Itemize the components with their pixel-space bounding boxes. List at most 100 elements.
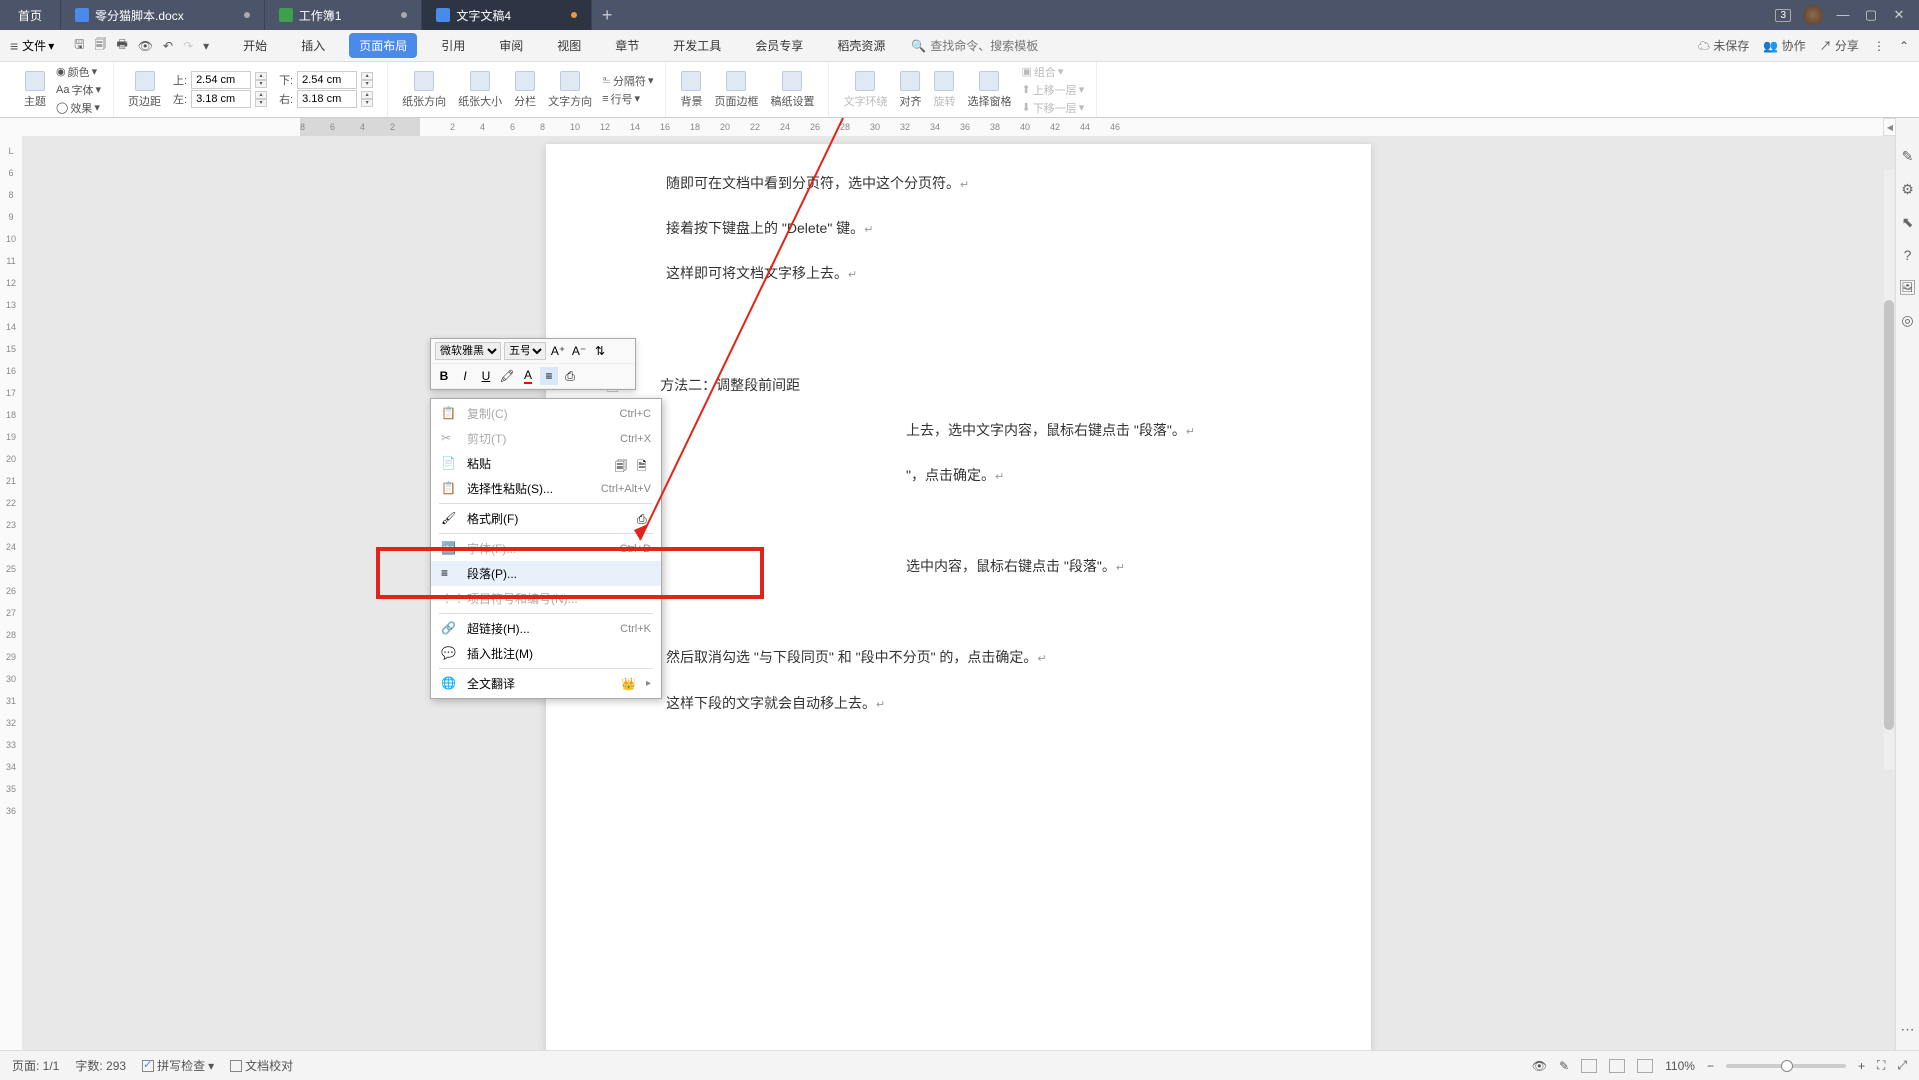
document-page[interactable]: 随即可在文档中看到分页符，选中这个分页符。↵ 接着按下键盘上的 "Delete"… xyxy=(546,144,1371,1050)
color-button[interactable]: ◉ 颜色▾ xyxy=(56,64,101,80)
share-button[interactable]: ↗ 分享 xyxy=(1820,37,1859,54)
tab-home[interactable]: 首页 xyxy=(0,0,61,30)
font-size-select[interactable]: 五号 xyxy=(504,342,546,360)
theme-button[interactable]: 主题 xyxy=(18,71,52,109)
settings-icon[interactable]: ⚙ xyxy=(1901,181,1914,198)
tab-add-button[interactable]: + xyxy=(592,5,622,26)
cm-paste-special[interactable]: 📋选择性粘贴(S)...Ctrl+Alt+V xyxy=(431,476,661,501)
more-icon[interactable]: ⋯ xyxy=(1901,1021,1915,1038)
zoom-thumb[interactable] xyxy=(1781,1060,1793,1072)
format-painter-button[interactable]: ⎙ xyxy=(561,367,579,385)
collab-button[interactable]: 👥 协作 xyxy=(1763,37,1805,54)
margin-button[interactable]: 页边距 xyxy=(122,71,167,109)
target-icon[interactable]: ◎ xyxy=(1901,312,1913,329)
tab-view[interactable]: 视图 xyxy=(547,33,591,58)
avatar[interactable] xyxy=(1803,5,1823,25)
orientation-button[interactable]: 纸张方向 xyxy=(396,71,452,109)
tab-dirty-dot[interactable] xyxy=(571,12,577,18)
cm-paste[interactable]: 📄粘贴🗐🗎 xyxy=(431,451,661,476)
collapse-ribbon-icon[interactable]: ⌃ xyxy=(1899,39,1909,53)
tab-review[interactable]: 审阅 xyxy=(489,33,533,58)
view-print-layout[interactable] xyxy=(1581,1059,1597,1073)
document-scroll[interactable]: 随即可在文档中看到分页符，选中这个分页符。↵ 接着按下键盘上的 "Delete"… xyxy=(22,136,1895,1050)
spinner[interactable]: ▴▾ xyxy=(361,91,373,107)
redo-icon[interactable]: ↷ xyxy=(183,39,193,53)
tab-insert[interactable]: 插入 xyxy=(291,33,335,58)
help-icon[interactable]: ? xyxy=(1904,247,1912,263)
tab-references[interactable]: 引用 xyxy=(431,33,475,58)
doc-line-title[interactable]: ▤ ▾方法二：调整段前间距 xyxy=(606,366,1191,405)
proofread-toggle[interactable]: 文档校对 xyxy=(230,1057,293,1074)
vertical-ruler[interactable]: L689101112131415161718192021222324252627… xyxy=(0,136,22,1050)
doc-line[interactable]: "，点击确定。↵ xyxy=(666,456,1251,495)
spinner[interactable]: ▴▾ xyxy=(255,91,267,107)
page-indicator[interactable]: 页面: 1/1 xyxy=(12,1057,59,1074)
view-web[interactable] xyxy=(1637,1059,1653,1073)
border-button[interactable]: 页面边框 xyxy=(708,71,764,109)
save-icon[interactable]: 🖫 xyxy=(74,35,84,56)
line-spacing-button[interactable]: ⇅ xyxy=(591,342,609,360)
background-button[interactable]: 背景 xyxy=(674,71,708,109)
fit-width-icon[interactable]: ⛶ xyxy=(1877,1058,1885,1073)
breaks-button[interactable]: ⎁ 分隔符▾ xyxy=(602,73,653,89)
tab-close-dot[interactable] xyxy=(401,12,407,18)
cm-font[interactable]: 🔤字体(F)...Ctrl+D xyxy=(431,536,661,561)
spinner[interactable]: ▴▾ xyxy=(361,72,373,88)
doc-line[interactable] xyxy=(666,501,1251,541)
cm-hyperlink[interactable]: 🔗超链接(H)...Ctrl+K xyxy=(431,616,661,641)
zoom-slider[interactable] xyxy=(1726,1064,1846,1068)
size-button[interactable]: 纸张大小 xyxy=(452,71,508,109)
margin-right-input[interactable] xyxy=(297,90,357,108)
cm-paragraph[interactable]: ≡段落(P)... xyxy=(431,561,661,586)
tab-developer[interactable]: 开发工具 xyxy=(663,33,731,58)
effect-button[interactable]: ◯ 效果▾ xyxy=(56,100,101,116)
grid-button[interactable]: 稿纸设置 xyxy=(764,71,820,109)
cm-copy[interactable]: 📋复制(C)Ctrl+C xyxy=(431,401,661,426)
view-outline[interactable] xyxy=(1609,1059,1625,1073)
paste-text-icon[interactable]: 🗎 xyxy=(637,457,651,471)
doc-line[interactable]: 上去，选中文字内容，鼠标右键点击 "段落"。↵ xyxy=(666,411,1251,450)
margin-top-input[interactable] xyxy=(191,71,251,89)
unsaved-button[interactable]: ☁ 未保存 xyxy=(1698,37,1749,54)
margin-bottom-input[interactable] xyxy=(297,71,357,89)
fullscreen-icon[interactable]: ⤢ xyxy=(1897,1058,1907,1073)
doc-line[interactable]: 然后取消勾选 "与下段同页" 和 "段中不分页" 的，点击确定。↵ xyxy=(666,638,1251,677)
paste-keep-format-icon[interactable]: 🗐 xyxy=(615,457,629,471)
word-count[interactable]: 字数: 293 xyxy=(75,1057,126,1074)
tab-start[interactable]: 开始 xyxy=(233,33,277,58)
cm-comment[interactable]: 💬插入批注(M) xyxy=(431,641,661,666)
textdir-button[interactable]: 文字方向 xyxy=(542,71,598,109)
format-painter-side-icon[interactable]: ⎙ xyxy=(637,512,651,526)
decrease-font-button[interactable]: A⁻ xyxy=(570,342,588,360)
cm-bullets[interactable]: ⋮⋮项目符号和编号(N)... xyxy=(431,586,661,611)
cm-cut[interactable]: ✂剪切(T)Ctrl+X xyxy=(431,426,661,451)
file-menu[interactable]: 文件▾ xyxy=(22,37,54,54)
hamburger-icon[interactable]: ≡ xyxy=(10,38,18,54)
cm-translate[interactable]: 🌐全文翻译👑▸ xyxy=(431,671,661,696)
cm-format-painter[interactable]: 🖌格式刷(F)⎙ xyxy=(431,506,661,531)
align-button[interactable]: ≡ xyxy=(540,367,558,385)
save-as-icon[interactable]: 🗐 xyxy=(94,35,106,56)
linenum-button[interactable]: ≡ 行号▾ xyxy=(602,91,653,107)
select-icon[interactable]: ⬉ xyxy=(1902,214,1914,231)
window-count-badge[interactable]: 3 xyxy=(1775,9,1791,22)
minimize-button[interactable]: — xyxy=(1835,7,1851,23)
zoom-in-button[interactable]: + xyxy=(1858,1059,1865,1073)
vertical-scrollbar[interactable] xyxy=(1884,170,1894,770)
doc-line[interactable]: 这样即可将文档文字移上去。↵ xyxy=(666,254,1251,293)
maximize-button[interactable]: ▢ xyxy=(1863,7,1879,23)
spinner[interactable]: ▴▾ xyxy=(255,72,267,88)
bold-button[interactable]: B xyxy=(435,367,453,385)
search-box[interactable]: 🔍 xyxy=(911,39,1040,53)
selection-pane-button[interactable]: 选择窗格 xyxy=(961,71,1017,109)
tab-member[interactable]: 会员专享 xyxy=(745,33,813,58)
scrollbar-thumb[interactable] xyxy=(1884,300,1894,730)
doc-line[interactable] xyxy=(666,300,1251,360)
print-preview-icon[interactable]: 👁 xyxy=(138,39,153,53)
qat-more-icon[interactable]: ▾ xyxy=(203,39,209,53)
font-color-button[interactable]: A xyxy=(519,367,537,385)
doc-line[interactable]: 这样下段的文字就会自动移上去。↵ xyxy=(666,684,1251,723)
zoom-level[interactable]: 110% xyxy=(1665,1059,1695,1073)
doc-line[interactable]: 随即可在文档中看到分页符，选中这个分页符。↵ xyxy=(666,164,1251,203)
more-icon[interactable]: ⋮ xyxy=(1873,39,1885,53)
